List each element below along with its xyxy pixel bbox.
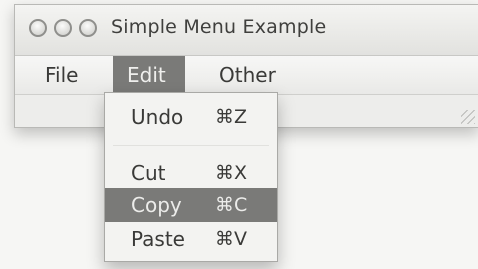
menu-item-paste[interactable]: Paste ⌘V	[105, 222, 277, 256]
minimize-window-icon[interactable]	[54, 19, 72, 37]
menu-item-label: Undo	[131, 105, 184, 129]
menu-item-shortcut: ⌘C	[215, 194, 248, 216]
close-window-icon[interactable]	[29, 19, 47, 37]
menu-item-label: Cut	[131, 161, 166, 185]
zoom-window-icon[interactable]	[79, 19, 97, 37]
menu-item-label: Paste	[131, 227, 185, 251]
menu-item-undo[interactable]: Undo ⌘Z	[105, 100, 277, 134]
menu-item-shortcut: ⌘V	[215, 228, 247, 250]
window-title: Simple Menu Example	[111, 16, 327, 38]
menu-file[interactable]: File	[31, 56, 92, 94]
menu-bar: File Edit Other	[15, 56, 478, 95]
resize-grip-icon[interactable]	[461, 110, 475, 124]
menu-item-shortcut: ⌘Z	[215, 106, 248, 128]
menu-separator	[113, 145, 269, 146]
menu-other[interactable]: Other	[205, 56, 290, 94]
menu-item-copy[interactable]: Copy ⌘C	[105, 188, 277, 222]
edit-dropdown-menu: Undo ⌘Z Cut ⌘X Copy ⌘C Paste ⌘V	[104, 92, 278, 262]
menu-item-cut[interactable]: Cut ⌘X	[105, 156, 277, 190]
title-bar[interactable]: Simple Menu Example	[15, 5, 478, 56]
menu-edit[interactable]: Edit	[113, 56, 185, 94]
menu-item-shortcut: ⌘X	[215, 162, 248, 184]
menu-item-label: Copy	[131, 193, 182, 217]
